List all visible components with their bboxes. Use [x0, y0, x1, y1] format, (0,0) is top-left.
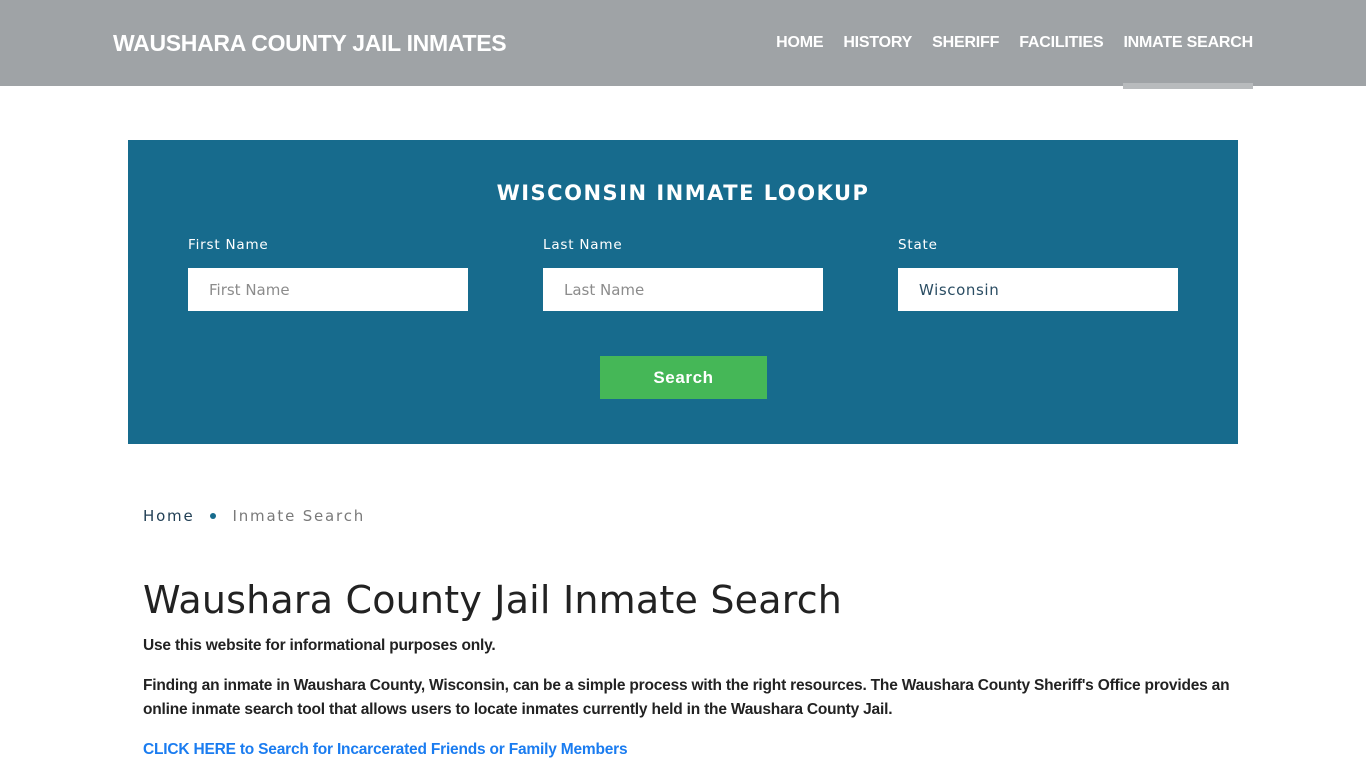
lookup-title: WISCONSIN INMATE LOOKUP — [496, 181, 870, 205]
breadcrumb-current: Inmate Search — [232, 507, 366, 525]
site-brand-link[interactable]: WAUSHARA COUNTY JAIL INMATES — [113, 30, 507, 57]
state-label: State — [898, 237, 938, 253]
last-name-input[interactable] — [543, 268, 823, 311]
last-name-group: Last Name — [543, 237, 823, 311]
disclaimer-text: Use this website for informational purpo… — [143, 637, 496, 654]
nav-home[interactable]: HOME — [776, 0, 823, 86]
main-nav: HOME HISTORY SHERIFF FACILITIES INMATE S… — [776, 0, 1253, 89]
first-name-group: First Name — [188, 237, 468, 311]
breadcrumb-home-link[interactable]: Home — [143, 507, 195, 525]
breadcrumb: Home Inmate Search — [143, 507, 365, 525]
intro-paragraph: Finding an inmate in Waushara County, Wi… — [143, 677, 1230, 718]
site-header: WAUSHARA COUNTY JAIL INMATES HOME HISTOR… — [0, 0, 1366, 89]
search-button[interactable]: Search — [600, 356, 767, 399]
nav-history[interactable]: HISTORY — [843, 0, 912, 86]
nav-inmate-search[interactable]: INMATE SEARCH — [1123, 0, 1253, 89]
nav-facilities[interactable]: FACILITIES — [1019, 0, 1103, 86]
state-group: State — [898, 237, 1178, 311]
search-friends-family-link[interactable]: CLICK HERE to Search for Incarcerated Fr… — [143, 738, 628, 762]
page-title: Waushara County Jail Inmate Search — [143, 578, 843, 622]
state-input[interactable] — [898, 268, 1178, 311]
last-name-label: Last Name — [543, 237, 623, 253]
first-name-label: First Name — [188, 237, 269, 253]
breadcrumb-dot-icon — [209, 513, 216, 519]
nav-sheriff[interactable]: SHERIFF — [932, 0, 999, 86]
first-name-input[interactable] — [188, 268, 468, 311]
